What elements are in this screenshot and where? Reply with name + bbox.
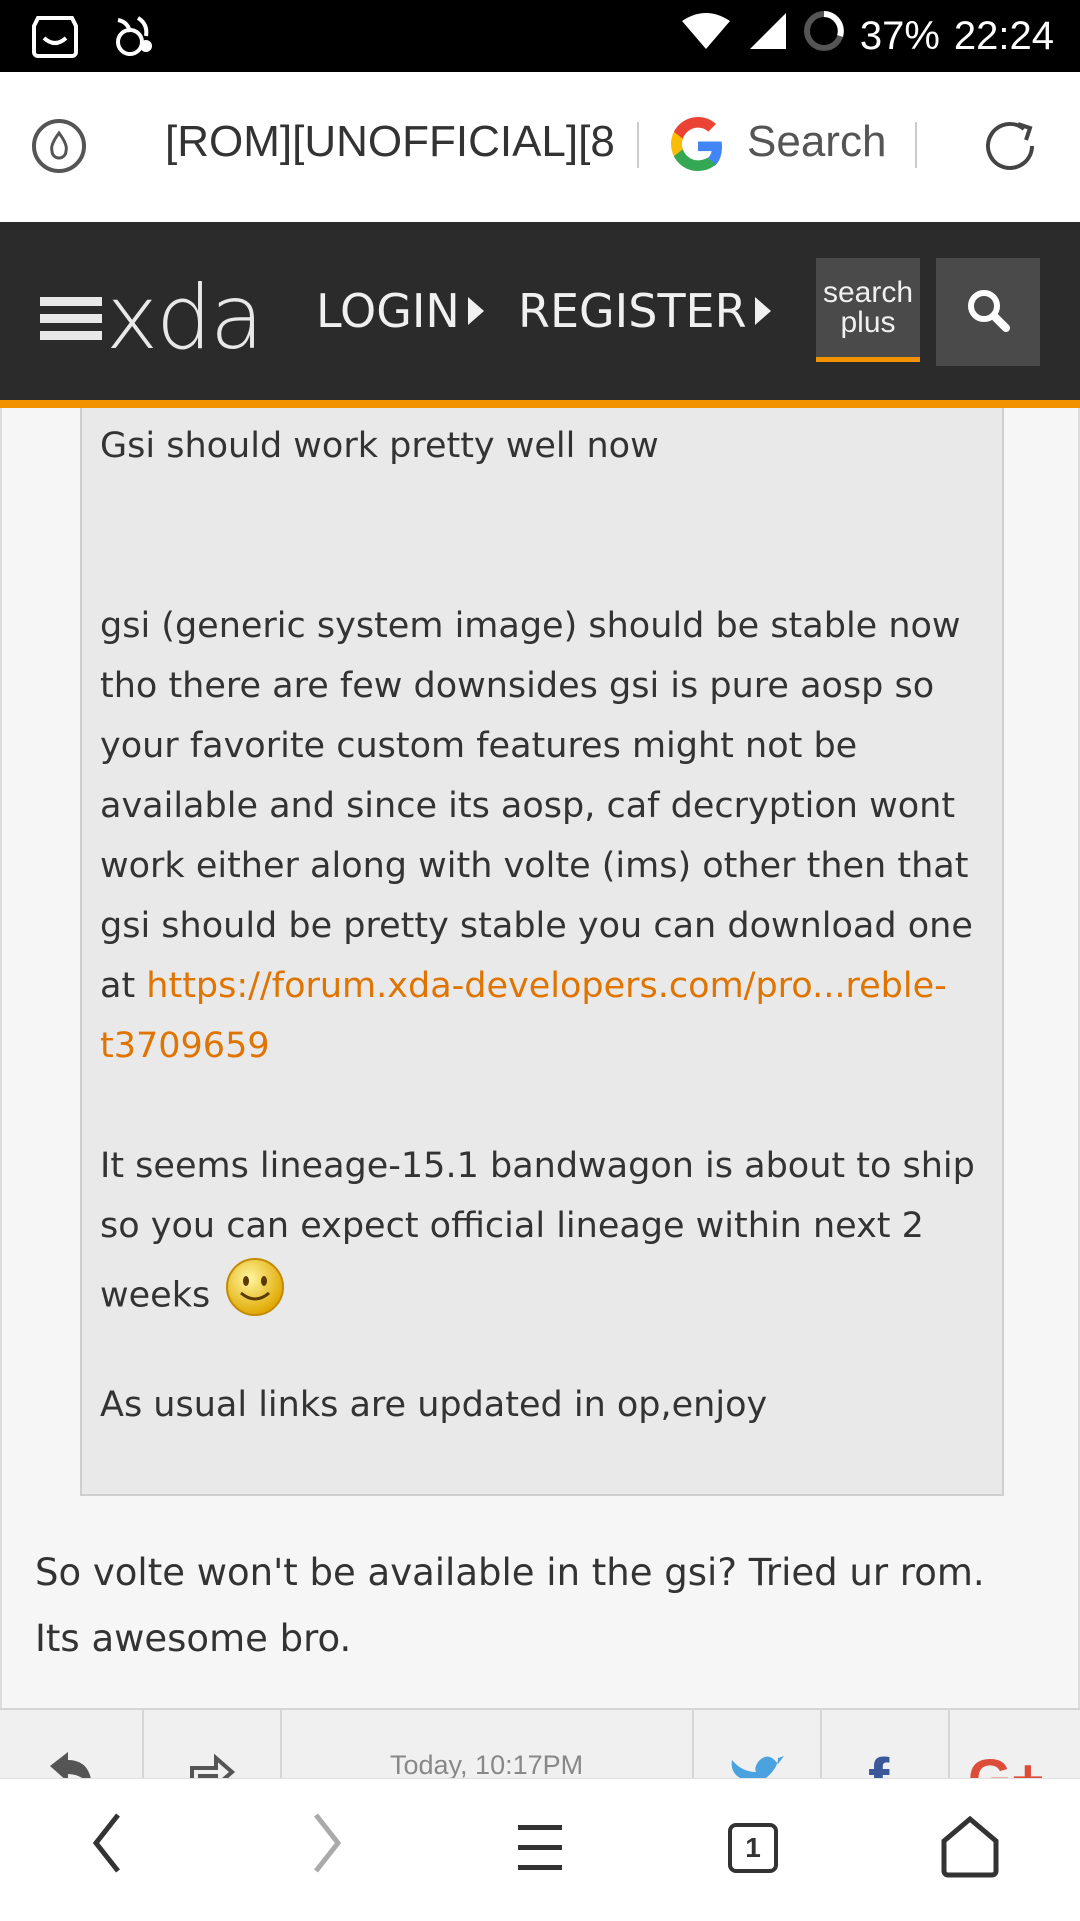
xda-logo[interactable]: xda bbox=[40, 274, 264, 362]
forward-icon bbox=[186, 1750, 236, 1780]
menu-icon[interactable] bbox=[512, 1821, 568, 1880]
triangle-right-icon bbox=[754, 297, 771, 325]
notification-box-icon bbox=[28, 12, 82, 65]
post-content: Gsi should work pretty well now gsi (gen… bbox=[0, 408, 1080, 1708]
quote-paragraph: It seems lineage-15.1 bandwagon is about… bbox=[100, 1136, 980, 1337]
search-icon bbox=[964, 286, 1012, 339]
search-button[interactable] bbox=[936, 258, 1040, 366]
divider bbox=[915, 122, 917, 168]
site-header: xda LOGIN REGISTER search plus bbox=[0, 222, 1080, 408]
googleplus-share[interactable]: G+ bbox=[948, 1710, 1080, 1780]
thread-link[interactable]: https://forum.xda-developers.com/pro...r… bbox=[100, 966, 947, 1066]
browser-bottom-nav: 1 bbox=[0, 1778, 1080, 1921]
tabs-button[interactable]: 1 bbox=[728, 1823, 778, 1873]
forward-nav-icon[interactable] bbox=[306, 1811, 346, 1880]
clock: 22:24 bbox=[953, 13, 1054, 58]
signal-icon bbox=[746, 11, 788, 61]
status-bar: 37% 22:24 bbox=[0, 0, 1080, 72]
back-icon[interactable] bbox=[88, 1811, 128, 1880]
register-link[interactable]: REGISTER bbox=[518, 284, 771, 338]
facebook-share[interactable]: f bbox=[820, 1710, 950, 1780]
timestamp-cell: Today, 10:17PM bbox=[280, 1710, 694, 1780]
twitter-share[interactable] bbox=[692, 1710, 822, 1780]
post-reply-text: So volte won't be available in the gsi? … bbox=[35, 1551, 985, 1660]
post-timestamp: Today, 10:17PM bbox=[390, 1750, 584, 1780]
facebook-icon: f bbox=[868, 1744, 889, 1780]
search-plus-button[interactable]: search plus bbox=[816, 258, 920, 362]
uc-browser-icon bbox=[108, 12, 158, 65]
smiley-icon bbox=[224, 1256, 286, 1337]
quote-paragraph: gsi (generic system image) should be sta… bbox=[100, 606, 973, 1066]
battery-ring-icon bbox=[802, 9, 846, 63]
share-button[interactable] bbox=[142, 1710, 282, 1780]
menu-icon[interactable] bbox=[40, 289, 102, 348]
triangle-right-icon bbox=[467, 297, 484, 325]
url-field[interactable]: [ROM][UNOFFICIAL][8. bbox=[165, 117, 615, 167]
post-action-bar: Today, 10:17PM f G+ bbox=[0, 1708, 1080, 1780]
login-link[interactable]: LOGIN bbox=[316, 284, 484, 338]
reply-icon bbox=[46, 1750, 96, 1780]
twitter-icon bbox=[728, 1754, 786, 1780]
site-security-icon[interactable] bbox=[30, 117, 88, 180]
reload-icon[interactable] bbox=[980, 116, 1044, 181]
reply-button[interactable] bbox=[0, 1710, 144, 1780]
browser-address-bar: [ROM][UNOFFICIAL][8. Search bbox=[0, 72, 1080, 223]
quote-paragraph: As usual links are updated in op,enjoy bbox=[100, 1385, 768, 1425]
search-label[interactable]: Search bbox=[747, 117, 886, 167]
battery-percent: 37% bbox=[859, 13, 940, 58]
quote-block: Gsi should work pretty well now gsi (gen… bbox=[80, 408, 1004, 1496]
wifi-icon bbox=[680, 11, 732, 61]
google-icon[interactable] bbox=[667, 115, 729, 182]
home-icon[interactable] bbox=[940, 1815, 1000, 1884]
google-plus-icon: G+ bbox=[968, 1747, 1045, 1780]
quote-line: Gsi should work pretty well now bbox=[100, 426, 659, 466]
divider bbox=[637, 122, 639, 168]
